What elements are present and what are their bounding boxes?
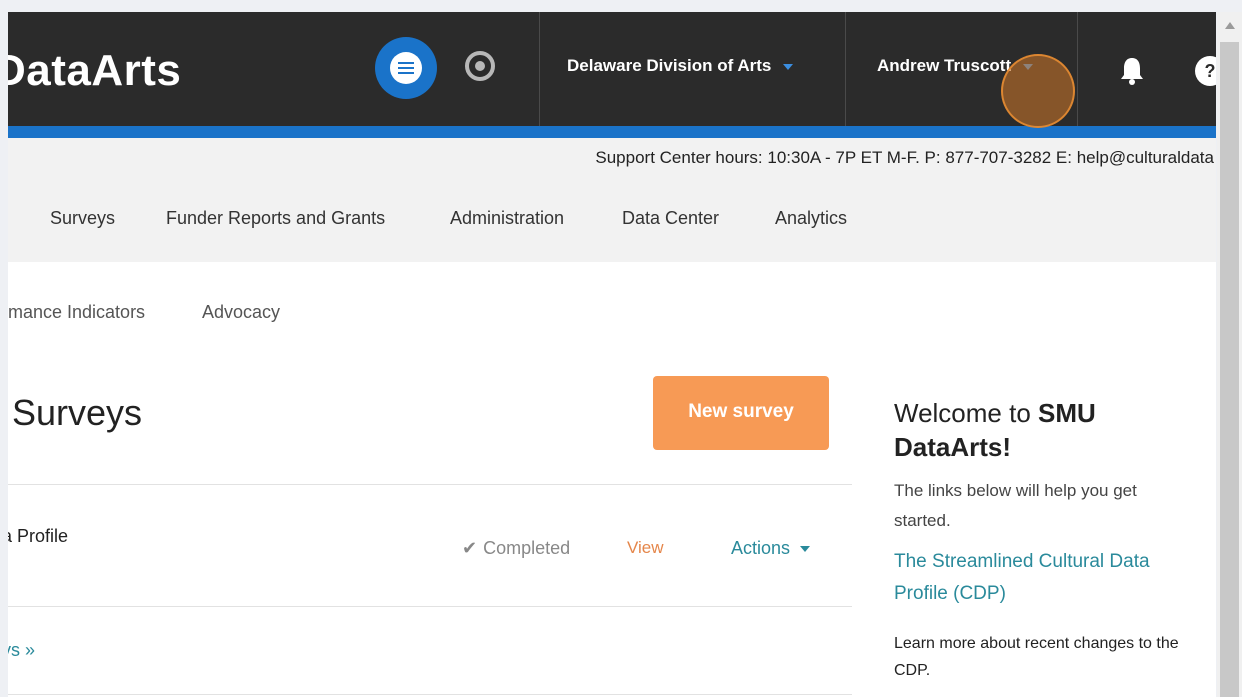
view-link[interactable]: View xyxy=(627,538,664,558)
welcome-intro: The links below will help you get starte… xyxy=(894,481,1137,530)
nav-analytics[interactable]: Analytics xyxy=(775,208,847,229)
chevron-down-icon xyxy=(783,63,794,70)
support-hours: Support Center hours: 10:30A - 7P ET M-F… xyxy=(595,148,1214,167)
header-divider xyxy=(845,12,846,126)
header-divider xyxy=(539,12,540,126)
cursor-highlight xyxy=(1001,54,1075,128)
divider xyxy=(8,484,852,485)
actions-label: Actions xyxy=(731,538,791,558)
user-menu-label: Andrew Truscott xyxy=(877,56,1012,75)
divider xyxy=(8,694,852,695)
page-scrollbar[interactable] xyxy=(1217,12,1242,697)
bell-icon[interactable] xyxy=(1119,56,1145,86)
welcome-sidebar: Welcome to SMU DataArts! The links below… xyxy=(894,396,1204,684)
new-survey-button[interactable]: New survey xyxy=(653,376,829,450)
header-divider xyxy=(1077,12,1078,126)
subnav-performance-indicators[interactable]: rmance Indicators xyxy=(8,302,145,323)
actions-dropdown[interactable]: Actions xyxy=(731,538,811,559)
scroll-up-icon[interactable] xyxy=(1225,22,1235,29)
welcome-prefix: Welcome to xyxy=(894,398,1039,428)
subnav-advocacy[interactable]: Advocacy xyxy=(202,302,280,323)
survey-row-title: a Profile xyxy=(8,526,69,546)
nav-administration[interactable]: Administration xyxy=(450,208,564,229)
nav-surveys[interactable]: Surveys xyxy=(50,208,115,229)
cdp-link[interactable]: The Streamlined Cultural Data Profile (C… xyxy=(894,546,1194,610)
status-label: Completed xyxy=(483,538,571,558)
view-all-surveys-link[interactable]: ys » xyxy=(8,640,35,661)
status-badge: ✔ Completed xyxy=(462,538,570,559)
page-title: Surveys xyxy=(12,392,143,433)
scrollbar-thumb[interactable] xyxy=(1220,42,1239,697)
main-content: rmance Indicators Advocacy Surveys New s… xyxy=(8,262,1216,697)
divider xyxy=(8,606,852,607)
org-selector-label: Delaware Division of Arts xyxy=(567,56,772,75)
checkmark-icon: ✔ xyxy=(462,538,478,558)
help-icon[interactable]: ? xyxy=(1195,56,1216,86)
learn-more-text: Learn more about recent changes to the C… xyxy=(894,635,1179,679)
nav-funder-reports[interactable]: Funder Reports and Grants xyxy=(166,208,385,229)
logo[interactable]: DataArts xyxy=(8,46,181,96)
welcome-heading: Welcome to SMU DataArts! xyxy=(894,396,1204,464)
chevron-down-icon xyxy=(800,546,811,553)
list-icon[interactable] xyxy=(375,37,437,99)
org-selector[interactable]: Delaware Division of Arts xyxy=(567,56,794,76)
target-icon[interactable] xyxy=(465,51,495,81)
app-frame: DataArts Delaware Division of Arts Andre… xyxy=(8,12,1216,697)
nav-data-center[interactable]: Data Center xyxy=(622,208,719,229)
